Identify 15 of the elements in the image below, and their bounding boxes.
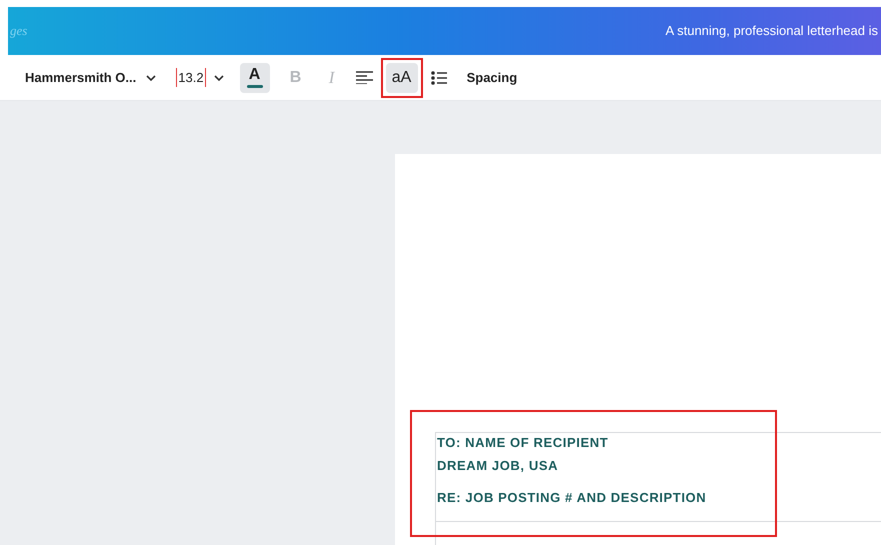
- case-button[interactable]: aA: [386, 62, 418, 92]
- letter-line[interactable]: TO: NAME OF RECIPIENT: [437, 434, 775, 452]
- bullet-list-icon[interactable]: [430, 70, 447, 84]
- chevron-down-icon: [214, 74, 224, 80]
- text-color-button[interactable]: A: [240, 62, 270, 92]
- chevron-down-icon: [146, 74, 156, 80]
- letter-line[interactable]: RE: JOB POSTING # AND DESCRIPTION: [437, 489, 775, 507]
- letter-line[interactable]: DREAM JOB, USA: [437, 457, 775, 475]
- font-size-value: 13.2: [176, 68, 206, 88]
- align-left-icon[interactable]: [356, 71, 373, 84]
- font-size-dropdown[interactable]: 13.2: [176, 68, 224, 88]
- tagline: A stunning, professional letterhead is: [666, 22, 879, 40]
- spacing-button[interactable]: Spacing: [466, 68, 518, 88]
- font-dropdown[interactable]: Hammersmith O...: [25, 68, 156, 88]
- cut-title: ges: [10, 22, 28, 40]
